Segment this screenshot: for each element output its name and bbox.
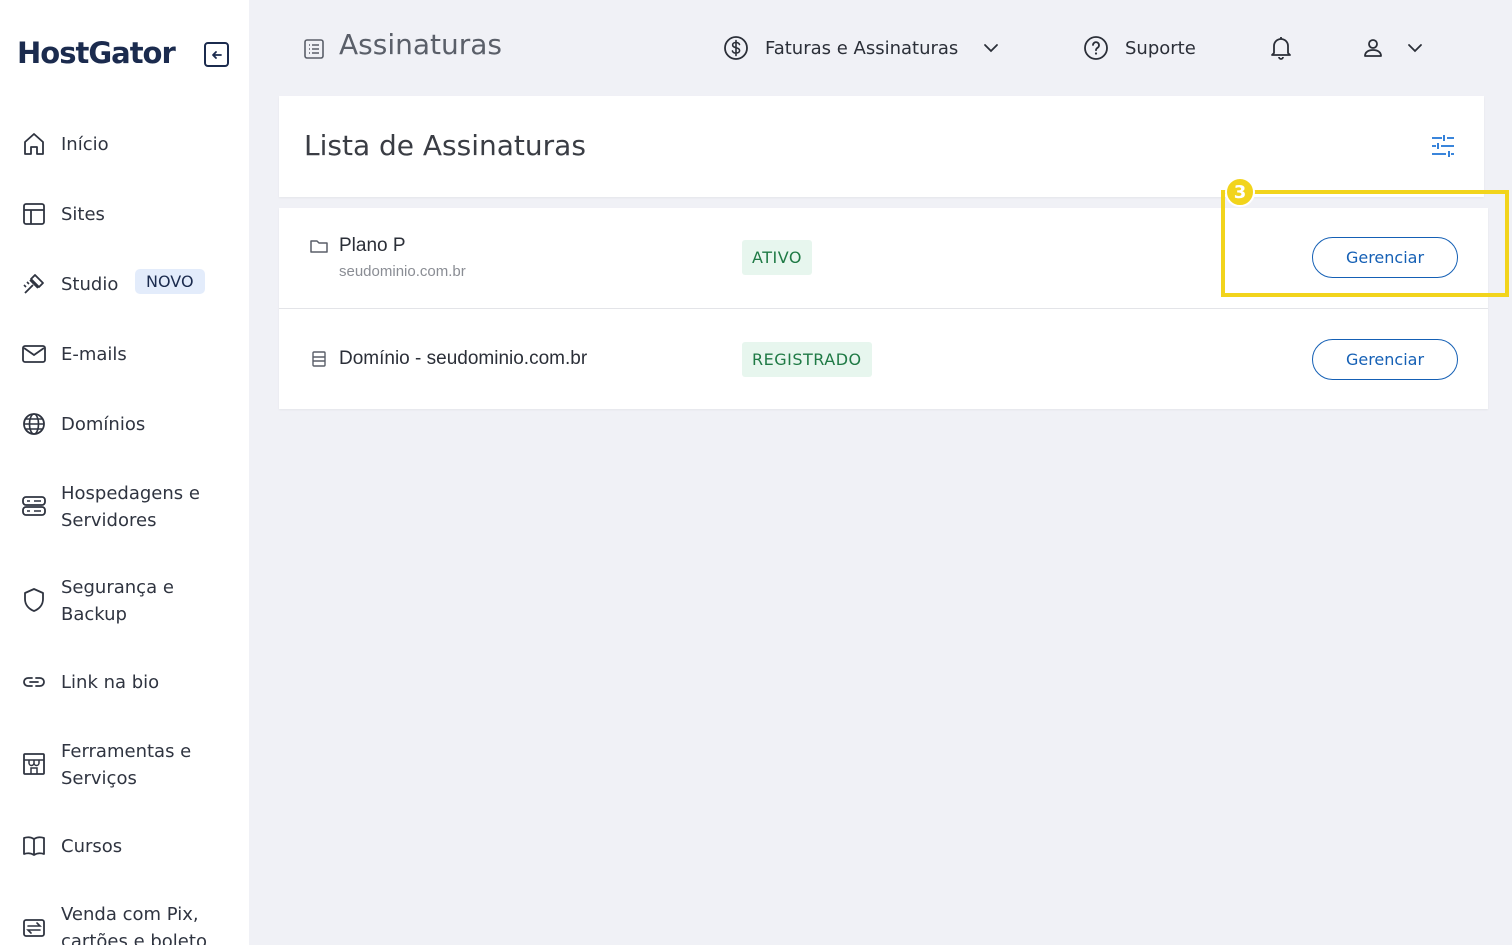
sidebar-item-label: Cursos <box>61 836 123 857</box>
sidebar-item-ferramentas[interactable]: Ferramentas e Serviços <box>0 738 249 792</box>
chevron-down-icon <box>1408 44 1422 53</box>
list-document-icon <box>304 39 324 59</box>
subscription-title: Domínio - seudominio.com.br <box>339 348 588 369</box>
subscriptions-list: Plano P seudominio.com.br ATIVO Gerencia… <box>279 208 1488 409</box>
billing-menu[interactable]: Faturas e Assinaturas <box>723 33 1000 63</box>
subscription-title: Plano P <box>339 235 406 256</box>
link-icon <box>21 669 47 695</box>
sidebar-item-label: Venda com Pix, <box>61 904 199 925</box>
user-icon <box>1364 39 1382 57</box>
support-menu[interactable]: Suporte <box>1083 33 1196 63</box>
sidebar-item-label-line2: cartões e boleto <box>61 931 207 945</box>
sidebar-item-label: Sites <box>61 204 105 225</box>
card-title: Lista de Assinaturas <box>304 129 586 162</box>
billing-label: Faturas e Assinaturas <box>765 37 959 59</box>
sidebar-item-studio[interactable]: Studio NOVO <box>0 269 249 299</box>
support-label: Suporte <box>1125 37 1196 59</box>
sidebar-item-inicio[interactable]: Início <box>0 131 249 159</box>
list-item: Domínio - seudominio.com.br REGISTRADO G… <box>279 308 1488 408</box>
help-circle-icon <box>1084 36 1108 60</box>
filter-sliders-icon[interactable] <box>1430 133 1456 159</box>
page-title: Assinaturas <box>339 28 502 61</box>
layout-icon <box>21 201 47 227</box>
subscriptions-card-header: Lista de Assinaturas <box>279 96 1484 197</box>
sidebar: HostGator Início Sites Studio NOVO E-mai… <box>0 0 249 945</box>
list-item: Plano P seudominio.com.br ATIVO Gerencia… <box>279 208 1488 308</box>
sidebar-item-label-line2: Backup <box>61 604 127 625</box>
sidebar-item-seguranca[interactable]: Segurança e Backup <box>0 574 249 628</box>
sidebar-item-hospedagens[interactable]: Hospedagens e Servidores <box>0 480 249 534</box>
folder-icon <box>310 240 328 253</box>
sidebar-item-dominios[interactable]: Domínios <box>0 411 249 439</box>
notifications-button[interactable] <box>1268 33 1294 63</box>
account-menu[interactable] <box>1360 33 1424 63</box>
sidebar-item-label: Domínios <box>61 414 146 435</box>
server-icon <box>21 493 47 519</box>
sidebar-item-label-line2: Servidores <box>61 510 157 531</box>
sidebar-item-label: Link na bio <box>61 672 160 693</box>
sidebar-item-venda-pix[interactable]: Venda com Pix, cartões e boleto <box>0 901 249 945</box>
sidebar-item-label: Hospedagens e <box>61 483 200 504</box>
bell-icon <box>1271 37 1291 60</box>
sidebar-item-emails[interactable]: E-mails <box>0 341 249 369</box>
sidebar-item-label: Início <box>61 134 109 155</box>
home-icon <box>21 131 47 157</box>
dollar-circle-icon <box>724 36 748 60</box>
subscription-domain: seudominio.com.br <box>339 263 466 280</box>
new-badge: NOVO <box>135 269 205 294</box>
sidebar-item-label-line2: Serviços <box>61 768 137 789</box>
status-badge: REGISTRADO <box>742 342 872 377</box>
sidebar-item-label: Studio <box>61 274 119 295</box>
sidebar-item-label: E-mails <box>61 344 127 365</box>
globe-icon <box>21 411 47 437</box>
shield-icon <box>21 587 47 613</box>
sidebar-item-cursos[interactable]: Cursos <box>0 833 249 861</box>
collapse-sidebar-button[interactable] <box>204 42 229 67</box>
book-icon <box>21 833 47 859</box>
exchange-icon <box>21 914 47 940</box>
sidebar-item-link-na-bio[interactable]: Link na bio <box>0 669 249 697</box>
hostgator-logo[interactable]: HostGator <box>17 34 176 72</box>
store-icon <box>21 751 47 777</box>
sidebar-item-label: Segurança e <box>61 577 174 598</box>
chevron-down-icon <box>984 44 999 53</box>
manage-button[interactable]: Gerenciar <box>1312 237 1458 278</box>
sidebar-item-label: Ferramentas e <box>61 741 192 762</box>
step-number-badge: 3 <box>1225 177 1255 207</box>
status-badge: ATIVO <box>742 240 812 275</box>
mail-icon <box>21 341 47 367</box>
sidebar-item-sites[interactable]: Sites <box>0 201 249 229</box>
logo-text: HostGator <box>17 36 176 70</box>
arrow-left-icon <box>211 50 222 59</box>
manage-button[interactable]: Gerenciar <box>1312 339 1458 380</box>
server-small-icon <box>312 351 326 367</box>
studio-icon <box>21 271 47 297</box>
